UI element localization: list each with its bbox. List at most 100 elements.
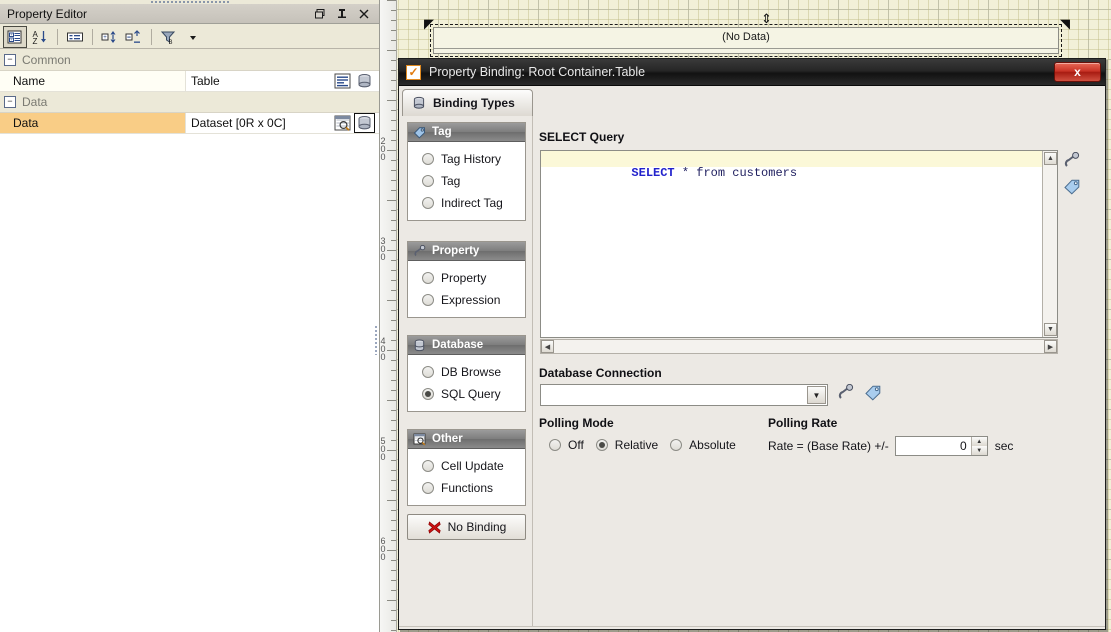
radio-indicator[interactable] [422, 482, 434, 494]
radio-indicator[interactable] [422, 366, 434, 378]
sort-az-button[interactable]: A Z [29, 27, 51, 47]
stepper-up-button[interactable]: ▲ [971, 437, 987, 446]
polling-rate-value[interactable]: 0 [896, 437, 971, 455]
property-value[interactable]: Dataset [0R x 0C] [185, 113, 379, 133]
stepper-down-button[interactable]: ▼ [971, 446, 987, 455]
radio-label: Off [568, 438, 584, 452]
radio-indicator[interactable] [595, 439, 608, 451]
ruler-tick [387, 50, 396, 51]
radio-db-browse[interactable]: DB Browse [408, 361, 525, 383]
property-category-data[interactable]: − Data [0, 92, 379, 113]
radio-functions[interactable]: Functions [408, 477, 525, 499]
database-binding-icon[interactable] [356, 73, 373, 89]
radio-indicator[interactable] [422, 460, 434, 472]
ruler-tick [391, 610, 396, 611]
radio-tag-history[interactable]: Tag History [408, 148, 525, 170]
sql-horizontal-scrollbar[interactable]: ◀ ▶ [540, 339, 1058, 354]
ruler-tick [387, 300, 396, 301]
chevron-down-icon[interactable]: ▼ [807, 386, 826, 404]
database-binding-icon[interactable] [354, 113, 375, 133]
ruler-tick [391, 460, 396, 461]
ruler-tick [387, 100, 396, 101]
radio-indicator[interactable] [422, 272, 434, 284]
property-row-name[interactable]: Name Table [0, 71, 379, 92]
radio-polling-off[interactable]: Off [549, 436, 584, 454]
no-binding-button[interactable]: No Binding [407, 514, 526, 540]
table-component[interactable]: (No Data) [433, 27, 1059, 54]
radio-indicator[interactable] [670, 439, 683, 451]
resize-handle-top-right[interactable]: ◥ [1060, 17, 1073, 30]
filter-button[interactable]: B [158, 27, 180, 47]
ruler-tick [391, 570, 396, 571]
radio-indicator[interactable] [422, 153, 434, 165]
tab-binding-types[interactable]: Binding Types [402, 89, 533, 116]
radio-tag[interactable]: Tag [408, 170, 525, 192]
scroll-right-button[interactable]: ▶ [1044, 340, 1057, 353]
radio-indicator[interactable] [422, 388, 434, 400]
dataset-viewer-icon[interactable] [334, 115, 351, 131]
collapse-all-button[interactable] [123, 27, 145, 47]
ruler-tick [387, 600, 396, 601]
insert-tag-icon[interactable] [864, 384, 882, 401]
pin-icon[interactable] [336, 8, 348, 20]
property-grid: − Common Name Table − Data Data Dataset … [0, 50, 379, 632]
ruler-tick [391, 220, 396, 221]
select-query-label: SELECT Query [539, 130, 625, 144]
database-connection-dropdown[interactable]: ▼ [540, 384, 828, 406]
radio-sql-query[interactable]: SQL Query [408, 383, 525, 405]
radio-cell-update[interactable]: Cell Update [408, 455, 525, 477]
radio-indicator[interactable] [422, 294, 434, 306]
dialog-titlebar[interactable]: ✓ Property Binding: Root Container.Table… [399, 59, 1105, 86]
categorized-button[interactable]: + + [3, 25, 27, 48]
property-row-data[interactable]: Data Dataset [0R x 0C] [0, 113, 379, 134]
panel-splitter[interactable] [374, 325, 378, 355]
overflow-button[interactable] [182, 27, 204, 47]
dialog-close-button[interactable]: x [1054, 62, 1101, 82]
insert-tag-icon[interactable] [1063, 178, 1081, 195]
svg-text:+: + [103, 35, 107, 41]
group-header: Database [408, 336, 525, 355]
sql-query-editor[interactable]: SELECT * from customers ▲ ▼ [540, 150, 1058, 338]
radio-expression[interactable]: Expression [408, 289, 525, 311]
resize-handle-top-left[interactable]: ◤ [424, 17, 437, 30]
property-category-common[interactable]: − Common [0, 50, 379, 71]
insert-property-icon[interactable] [1063, 152, 1081, 169]
resize-handle-top-center[interactable]: ⇕ [761, 12, 774, 25]
property-pages-button[interactable] [64, 27, 86, 47]
ruler-tick [391, 630, 396, 631]
property-value[interactable]: Table [185, 71, 379, 91]
scroll-up-button[interactable]: ▲ [1044, 152, 1057, 165]
radio-indicator[interactable] [422, 197, 434, 209]
group-header: Property [408, 242, 525, 261]
checkmark-icon: ✓ [406, 64, 421, 80]
radio-indirect-tag[interactable]: Indirect Tag [408, 192, 525, 214]
scroll-left-button[interactable]: ◀ [541, 340, 554, 353]
binding-config-icon[interactable] [334, 73, 351, 89]
sql-rest: * from customers [674, 166, 798, 180]
collapse-icon[interactable]: − [4, 96, 16, 108]
ruler-tick [391, 440, 396, 441]
restore-icon[interactable] [314, 8, 326, 20]
radio-label: Relative [614, 438, 659, 452]
insert-property-icon[interactable] [837, 384, 855, 401]
ruler-tick [391, 470, 396, 471]
ruler-tick [391, 120, 396, 121]
ruler-tick [387, 500, 396, 501]
polling-rate-stepper[interactable]: 0 ▲ ▼ [894, 436, 988, 456]
radio-indicator[interactable] [549, 439, 561, 451]
scroll-down-button[interactable]: ▼ [1044, 323, 1057, 336]
expand-all-button[interactable]: + [99, 27, 121, 47]
radio-indicator[interactable] [422, 175, 434, 187]
ruler-tick [387, 0, 396, 1]
radio-polling-absolute[interactable]: Absolute [670, 436, 736, 454]
ruler-tick [391, 340, 396, 341]
collapse-icon[interactable]: − [4, 54, 16, 66]
close-icon[interactable] [358, 8, 370, 20]
group-title: Database [432, 339, 484, 351]
ruler-tick [387, 550, 396, 551]
radio-polling-relative[interactable]: Relative [595, 436, 659, 454]
radio-property[interactable]: Property [408, 267, 525, 289]
ruler-tick [387, 450, 396, 451]
sql-vertical-scrollbar[interactable]: ▲ ▼ [1042, 151, 1057, 337]
ruler-tick [391, 540, 396, 541]
